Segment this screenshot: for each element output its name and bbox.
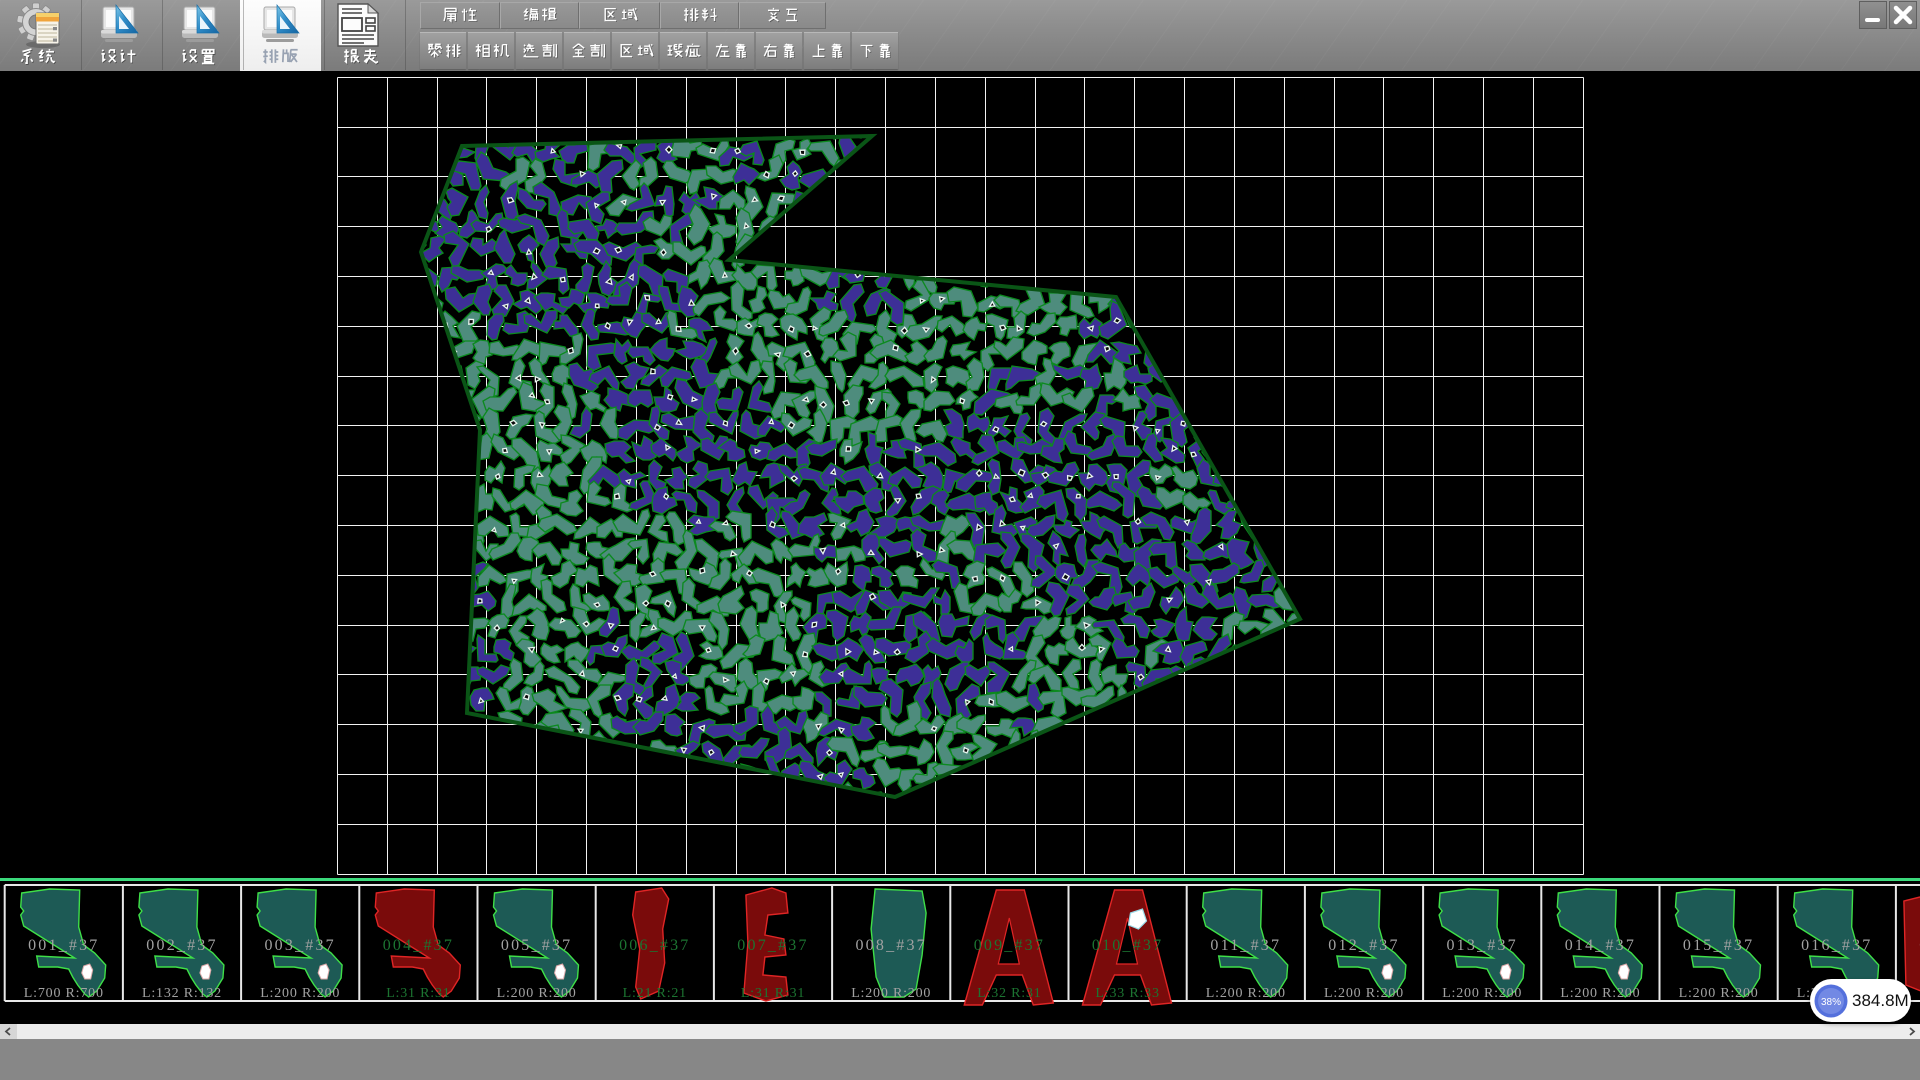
svg-text:007_#37: 007_#37 bbox=[737, 937, 808, 954]
svg-text:002_#37: 002_#37 bbox=[146, 937, 217, 954]
svg-text:L:200 R:200: L:200 R:200 bbox=[260, 986, 340, 1001]
svg-text:L:31 R:31: L:31 R:31 bbox=[386, 986, 450, 1001]
svg-text:013_#37: 013_#37 bbox=[1446, 937, 1517, 954]
svg-text:012_#37: 012_#37 bbox=[1328, 937, 1399, 954]
svg-text:L:132 R:132: L:132 R:132 bbox=[142, 986, 222, 1001]
svg-text:L:33 R:33: L:33 R:33 bbox=[1095, 986, 1159, 1001]
svg-text:L:200 R:200: L:200 R:200 bbox=[851, 986, 931, 1001]
svg-text:L:200 R:200: L:200 R:200 bbox=[1442, 986, 1522, 1001]
svg-text:L:32 R:31: L:32 R:31 bbox=[977, 986, 1041, 1001]
svg-text:L:200 R:200: L:200 R:200 bbox=[1206, 986, 1286, 1001]
svg-text:015_#37: 015_#37 bbox=[1683, 937, 1754, 954]
svg-text:L:200 R:200: L:200 R:200 bbox=[1324, 986, 1404, 1001]
svg-text:011_#37: 011_#37 bbox=[1210, 937, 1281, 954]
svg-text:L:200 R:200: L:200 R:200 bbox=[497, 986, 577, 1001]
svg-text:38%: 38% bbox=[1821, 997, 1841, 1008]
svg-text:008_#37: 008_#37 bbox=[855, 937, 926, 954]
svg-text:001_#37: 001_#37 bbox=[28, 937, 99, 954]
svg-text:006_#37: 006_#37 bbox=[619, 937, 690, 954]
svg-text:005_#37: 005_#37 bbox=[501, 937, 572, 954]
svg-text:L:700 R:700: L:700 R:700 bbox=[24, 986, 104, 1001]
svg-text:L:200 R:200: L:200 R:200 bbox=[1679, 986, 1759, 1001]
svg-text:009_#37: 009_#37 bbox=[974, 937, 1045, 954]
svg-text:004_#37: 004_#37 bbox=[383, 937, 454, 954]
svg-text:L:200 R:200: L:200 R:200 bbox=[1560, 986, 1640, 1001]
svg-text:L:31 R:31: L:31 R:31 bbox=[741, 986, 805, 1001]
svg-text:016_#37: 016_#37 bbox=[1801, 937, 1872, 954]
svg-text:L:21 R:21: L:21 R:21 bbox=[623, 986, 687, 1001]
svg-text:003_#37: 003_#37 bbox=[264, 937, 335, 954]
svg-text:014_#37: 014_#37 bbox=[1565, 937, 1636, 954]
svg-text:010_#37: 010_#37 bbox=[1092, 937, 1163, 954]
